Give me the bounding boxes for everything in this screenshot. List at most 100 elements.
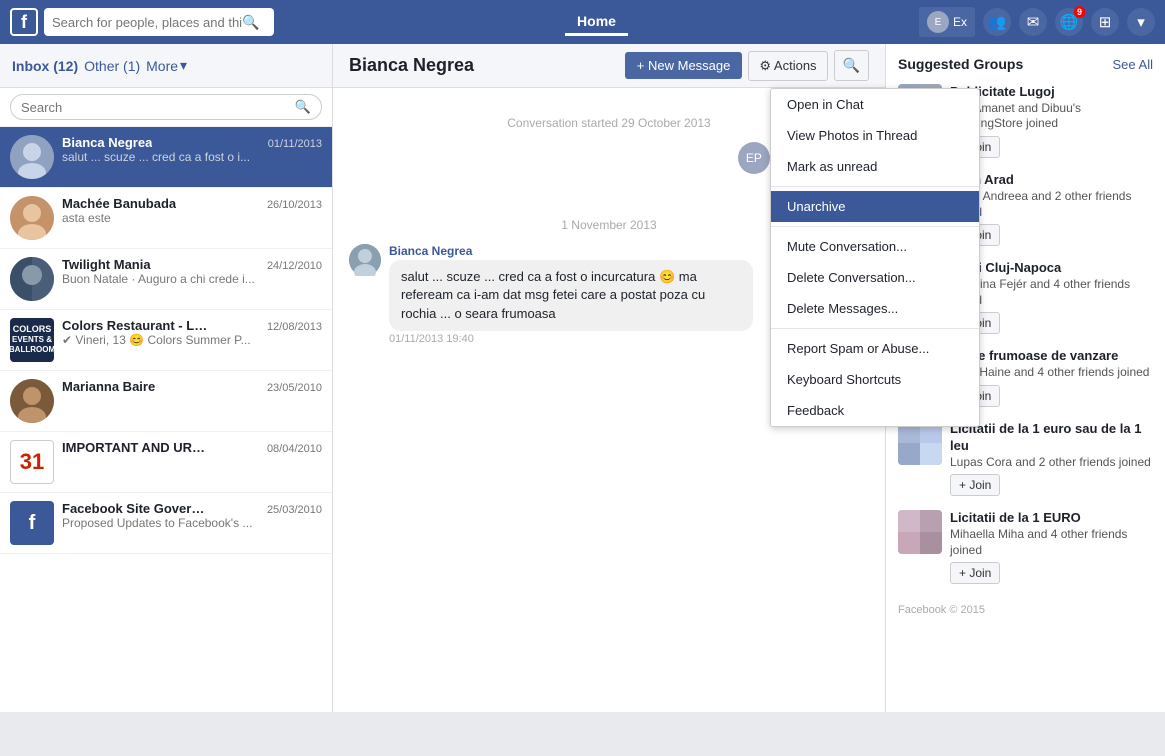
message-content: IMPORTANT AND URGENT ... 08/04/2010 [62,440,322,455]
list-item[interactable]: Twilight Mania 24/12/2010 Buon Natale · … [0,249,332,310]
message-preview: asta este [62,211,322,225]
group-name: Ieftin Arad [950,172,1153,189]
avatar [10,196,54,240]
avatar [10,379,54,423]
avatar [10,135,54,179]
message-preview: ✔ Vineri, 13 😊 Colors Summer P... [62,333,322,347]
list-item[interactable]: Bianca Negrea 01/11/2013 salut ... scuze… [0,127,332,188]
message-content: Colors Restaurant - Lou... 12/08/2013 ✔ … [62,318,322,347]
list-item[interactable]: Marianna Baire 23/05/2010 [0,371,332,432]
message-content: Marianna Baire 23/05/2010 [62,379,322,394]
message-date: 25/03/2010 [267,504,322,516]
message-date: 24/12/2010 [267,260,322,272]
group-item: Licitatii de la 1 EURO Mihaella Miha and… [898,510,1153,584]
list-item[interactable]: 31 IMPORTANT AND URGENT ... 08/04/2010 [0,432,332,493]
chat-header: Bianca Negrea + New Message ⚙ Actions 🔍 [333,44,885,88]
group-info: Caini Cluj-Napoca Krisztina Fejér and 4 … [950,260,1153,334]
dropdown-divider [771,328,979,329]
list-item[interactable]: Machée Banubada 26/10/2013 asta este [0,188,332,249]
global-search-input[interactable] [52,15,242,30]
global-search-bar[interactable]: 🔍 [44,8,274,36]
dropdown-icon-btn[interactable]: ▾ [1127,8,1155,36]
message-content: Facebook Site Governa... 25/03/2010 Prop… [62,501,322,530]
friends-icon-btn[interactable]: 👥 [983,8,1011,36]
group-item: Licitatii de la 1 euro sau de la 1 leu L… [898,421,1153,496]
search-chat-button[interactable]: 🔍 [834,50,869,81]
group-desc: Krisztina Fejér and 4 other friends join… [950,277,1153,308]
dropdown-item-mark-unread[interactable]: Mark as unread [771,151,979,182]
avatar: f [10,501,54,545]
bubble-sender: Bianca Negrea [389,244,753,258]
dropdown-item-keyboard[interactable]: Keyboard Shortcuts [771,364,979,395]
group-avatar [898,421,942,465]
group-name: Licitatii de la 1 EURO [950,510,1153,527]
dropdown-item-mute[interactable]: Mute Conversation... [771,231,979,262]
new-message-button[interactable]: + New Message [625,52,743,79]
more-btn[interactable]: More ▾ [146,57,187,74]
message-preview: salut ... scuze ... cred ca a fost o i..… [62,150,322,164]
message-date: 23/05/2010 [267,382,322,394]
message-preview: Buon Natale · Auguro a chi crede i... [62,272,322,286]
user-chip[interactable]: E Ex [919,7,975,37]
nav-right: E Ex 👥 ✉ 🌐 9 ⊞ ▾ [919,7,1155,37]
message-date: 01/11/2013 [268,138,322,150]
join-button[interactable]: + Join [950,474,1000,496]
top-navigation: f 🔍 Home E Ex 👥 ✉ 🌐 9 ⊞ ▾ [0,0,1165,44]
dropdown-item-unarchive[interactable]: Unarchive [771,191,979,222]
actions-button[interactable]: ⚙ Actions [748,51,827,81]
dropdown-item-report-spam[interactable]: Report Spam or Abuse... [771,333,979,364]
nav-center: Home [274,9,919,36]
chat-title: Bianca Negrea [349,55,474,76]
message-search-wrap[interactable]: 🔍 [10,94,322,120]
message-sender-name: Machée Banubada [62,196,176,211]
nav-home-link[interactable]: Home [565,9,628,36]
list-item[interactable]: f Facebook Site Governa... 25/03/2010 Pr… [0,493,332,554]
actions-dropdown: Open in Chat View Photos in Thread Mark … [770,88,980,427]
dropdown-item-view-photos[interactable]: View Photos in Thread [771,120,979,151]
dropdown-item-delete-msg[interactable]: Delete Messages... [771,293,979,324]
message-search-icon: 🔍 [295,99,311,115]
avatar [10,257,54,301]
message-bubble-wrap: Bianca Negrea salut ... scuze ... cred c… [389,244,753,345]
bubble-time: 01/11/2013 19:40 [389,333,753,345]
globe-icon-btn[interactable]: 🌐 9 [1055,8,1083,36]
group-desc: Mihaella Miha and 4 other friends joined [950,527,1153,558]
message-search-input[interactable] [21,100,295,115]
globe-badge: 9 [1074,6,1085,18]
group-info: Licitatii de la 1 euro sau de la 1 leu L… [950,421,1153,496]
message-sender-name: IMPORTANT AND URGENT ... [62,440,212,455]
avatar: COLORSEVENTS &BALLROOM [10,318,54,362]
bubble-avatar [349,244,381,276]
other-tab[interactable]: Other (1) [84,58,140,74]
facebook-logo: f [10,8,38,36]
group-info: Ieftin Arad Maria Andreea and 2 other fr… [950,172,1153,246]
chevron-down-icon: ▾ [180,57,187,74]
group-info: Haine frumoase de vanzare Mina Haine and… [950,348,1153,406]
grid-icon-btn[interactable]: ⊞ [1091,8,1119,36]
inbox-tab[interactable]: Inbox (12) [12,58,78,74]
list-item[interactable]: COLORSEVENTS &BALLROOM Colors Restaurant… [0,310,332,371]
see-all-link[interactable]: See All [1113,57,1153,72]
messages-icon-btn[interactable]: ✉ [1019,8,1047,36]
header-actions: + New Message ⚙ Actions 🔍 [625,50,869,81]
message-content: Machée Banubada 26/10/2013 asta este [62,196,322,225]
dropdown-item-open-chat[interactable]: Open in Chat [771,89,979,120]
group-name: Caini Cluj-Napoca [950,260,1153,277]
message-content: Twilight Mania 24/12/2010 Buon Natale · … [62,257,322,286]
message-date: 08/04/2010 [267,443,322,455]
group-desc: Mina Haine and 4 other friends joined [950,365,1153,381]
message-search-bar: 🔍 [0,88,332,127]
messages-left-panel: Inbox (12) Other (1) More ▾ 🔍 [0,44,333,712]
main-layout: Inbox (12) Other (1) More ▾ 🔍 [0,44,1165,712]
user-name-label: Ex [953,15,967,29]
group-avatar [898,510,942,554]
join-button[interactable]: + Join [950,562,1000,584]
message-sender-name: Marianna Baire [62,379,155,394]
group-name: Licitatii de la 1 euro sau de la 1 leu [950,421,1153,455]
message-sender-name: Colors Restaurant - Lou... [62,318,212,333]
dropdown-item-feedback[interactable]: Feedback [771,395,979,426]
global-search-icon[interactable]: 🔍 [242,14,259,31]
avatar: 31 [10,440,54,484]
dropdown-item-delete-conv[interactable]: Delete Conversation... [771,262,979,293]
message-sender-name: Bianca Negrea [62,135,152,150]
